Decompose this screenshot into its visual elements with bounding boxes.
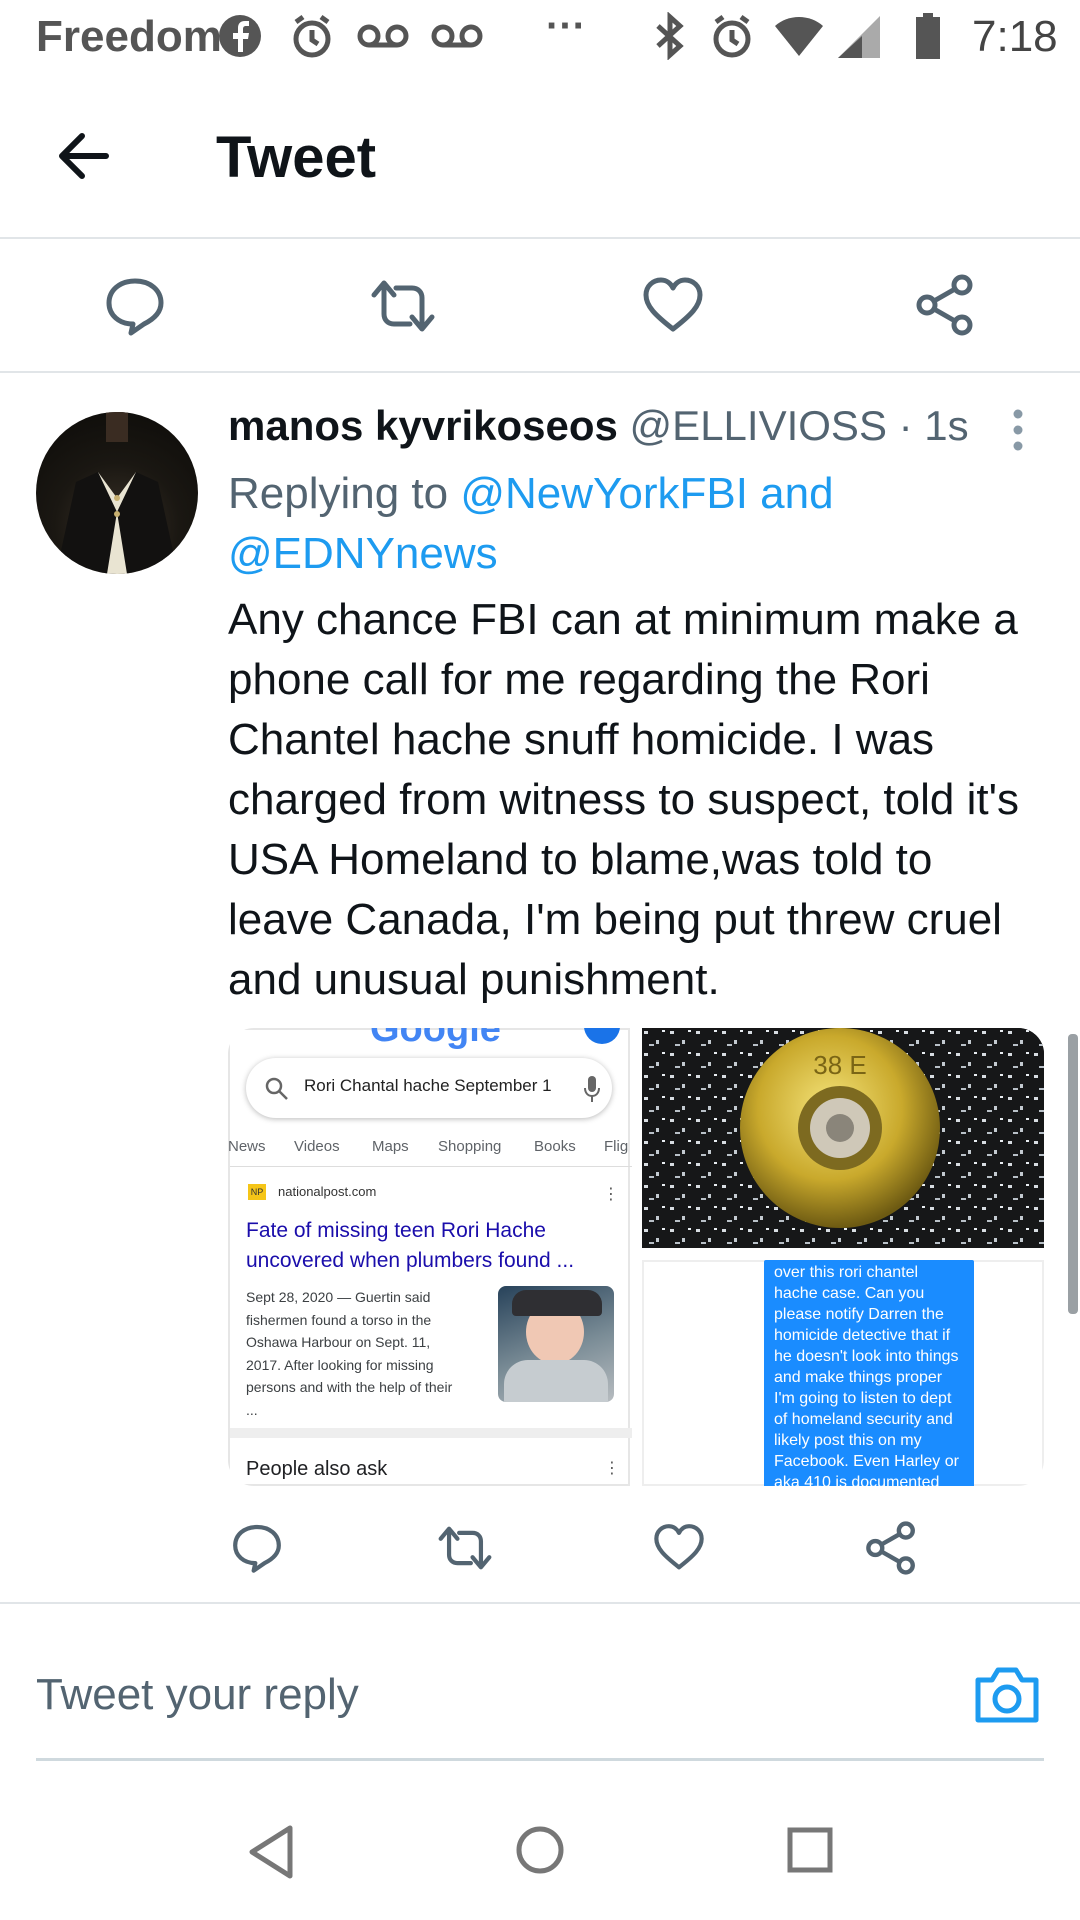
voicemail-icon	[431, 24, 483, 48]
result-snippet: Sept 28, 2020 — Guertin said fishermen f…	[246, 1289, 453, 1418]
display-name[interactable]: manos kyvrikoseos	[228, 402, 618, 449]
tab-books: Books	[534, 1138, 576, 1155]
tab-flights: Flig	[604, 1138, 629, 1155]
status-bar: Freedom ··· 7:18	[0, 0, 1080, 76]
microphone-icon	[584, 1076, 600, 1102]
tweet-media-grid: Google Rori Chantal hache September 1 Ne…	[228, 1028, 1044, 1486]
tab-shopping: Shopping	[438, 1138, 502, 1155]
back-arrow-icon[interactable]	[56, 128, 112, 184]
people-also-ask: People also ask	[246, 1458, 388, 1480]
parent-tweet-actions	[0, 239, 1080, 373]
media-shell-casing-photo[interactable]: 38 E	[642, 1028, 1044, 1248]
like-heart-icon[interactable]	[652, 1522, 706, 1574]
cellular-signal-icon	[838, 16, 880, 58]
facebook-icon	[219, 15, 261, 57]
tab-maps: Maps	[372, 1138, 409, 1155]
bluetooth-icon	[656, 12, 684, 60]
google-logo: Google	[370, 1028, 501, 1050]
tweet-time: · 1s	[886, 402, 969, 449]
avatar[interactable]	[36, 412, 198, 574]
source-favicon: NP	[248, 1184, 266, 1200]
top-app-bar: Tweet	[0, 76, 1080, 239]
replying-prefix: Replying to	[228, 469, 461, 518]
paa-menu-icon: ⋮	[604, 1460, 620, 1477]
recents-square-icon[interactable]	[786, 1826, 834, 1874]
tabs-divider	[230, 1166, 632, 1167]
author-line: manos kyvrikoseos @ELLIVIOSS · 1s	[228, 402, 969, 450]
retweet-icon[interactable]	[436, 1522, 494, 1574]
reply-input[interactable]: Tweet your reply	[36, 1670, 359, 1720]
result-source: nationalpost.com	[278, 1184, 377, 1199]
alarm-icon	[293, 14, 331, 58]
wifi-icon	[775, 17, 823, 56]
voicemail-icon	[357, 24, 409, 48]
more-options-icon[interactable]	[1006, 406, 1030, 454]
share-icon[interactable]	[914, 273, 976, 337]
scrollbar[interactable]	[1068, 1034, 1078, 1314]
tweet-body: Any chance FBI can at minimum make a pho…	[228, 595, 1019, 1004]
tab-news: News	[228, 1138, 266, 1155]
result-thumbnail	[498, 1286, 614, 1402]
reply-composer: Tweet your reply	[0, 1622, 1080, 1762]
result-headline: Fate of missing teen Rori Hache uncovere…	[246, 1219, 575, 1272]
search-icon	[265, 1077, 288, 1100]
like-heart-icon[interactable]	[642, 275, 704, 337]
result-menu-icon: ⋮	[603, 1186, 619, 1203]
battery-icon	[916, 13, 940, 59]
clock: 7:18	[972, 12, 1058, 61]
author-handle[interactable]: @ELLIVIOSS	[630, 402, 887, 449]
search-query: Rori Chantal hache September 1	[304, 1076, 552, 1095]
back-triangle-icon[interactable]	[246, 1824, 296, 1880]
system-navigation-bar	[0, 1790, 1080, 1920]
reply-placeholder: Tweet your reply	[36, 1670, 359, 1719]
replying-to: Replying to @NewYorkFBI and @EDNYnews	[228, 464, 988, 584]
mention-and[interactable]: and	[748, 469, 833, 518]
casing-headstamp: 38 E	[813, 1050, 867, 1080]
media-google-search-screenshot[interactable]: Google Rori Chantal hache September 1 Ne…	[228, 1028, 632, 1486]
more-notifications-label: ···	[546, 4, 586, 48]
tab-videos: Videos	[294, 1138, 340, 1155]
section-divider	[230, 1428, 632, 1438]
tweet-actions	[0, 1500, 1080, 1604]
page-title: Tweet	[216, 125, 377, 190]
mention-link-newyorkfbi[interactable]: @NewYorkFBI	[460, 469, 748, 518]
reply-underline	[36, 1758, 1044, 1761]
alarm-icon	[713, 14, 751, 58]
home-circle-icon[interactable]	[514, 1824, 566, 1876]
camera-icon[interactable]	[974, 1664, 1040, 1724]
message-bubble: over this rori chantel hache case. Can y…	[764, 1260, 974, 1486]
mention-link-ednynews[interactable]: @EDNYnews	[228, 529, 498, 578]
share-icon[interactable]	[864, 1520, 918, 1576]
media-message-screenshot[interactable]: over this rori chantel hache case. Can y…	[642, 1260, 1044, 1486]
reply-icon[interactable]	[104, 275, 166, 337]
reply-icon[interactable]	[230, 1522, 284, 1574]
account-avatar-icon	[584, 1028, 620, 1044]
carrier-label: Freedom	[36, 12, 222, 61]
retweet-icon[interactable]	[370, 275, 436, 337]
